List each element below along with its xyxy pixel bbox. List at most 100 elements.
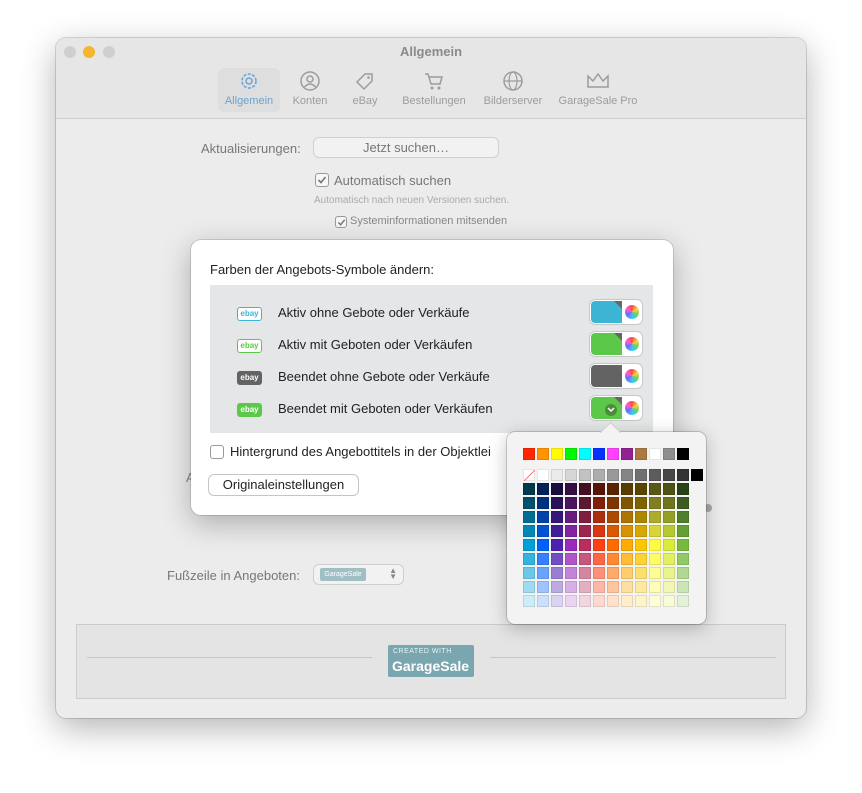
palette-shade[interactable] — [523, 483, 535, 495]
palette-gray[interactable] — [677, 469, 689, 481]
palette-gray[interactable] — [635, 469, 647, 481]
palette-shade[interactable] — [635, 525, 647, 537]
palette-shade[interactable] — [663, 539, 675, 551]
palette-shade[interactable] — [537, 525, 549, 537]
palette-shade[interactable] — [579, 595, 591, 607]
palette-shade[interactable] — [621, 553, 633, 565]
palette-shade[interactable] — [593, 567, 605, 579]
palette-shade[interactable] — [593, 497, 605, 509]
palette-shade[interactable] — [523, 595, 535, 607]
palette-shade[interactable] — [607, 525, 619, 537]
palette-shade[interactable] — [607, 539, 619, 551]
palette-shade[interactable] — [551, 497, 563, 509]
palette-shade[interactable] — [635, 539, 647, 551]
palette-color[interactable] — [593, 448, 605, 460]
color-well[interactable] — [590, 364, 642, 388]
palette-shade[interactable] — [565, 539, 577, 551]
palette-shade[interactable] — [523, 581, 535, 593]
palette-shade[interactable] — [635, 567, 647, 579]
palette-color[interactable] — [537, 448, 549, 460]
palette-shade[interactable] — [607, 511, 619, 523]
palette-color[interactable] — [677, 448, 689, 460]
palette-shade[interactable] — [565, 483, 577, 495]
palette-shade[interactable] — [565, 497, 577, 509]
palette-gray[interactable] — [565, 469, 577, 481]
palette-shade[interactable] — [593, 483, 605, 495]
palette-shade[interactable] — [593, 525, 605, 537]
palette-color[interactable] — [579, 448, 591, 460]
palette-shade[interactable] — [579, 497, 591, 509]
palette-shade[interactable] — [565, 553, 577, 565]
palette-gray[interactable] — [691, 469, 703, 481]
palette-shade[interactable] — [579, 553, 591, 565]
palette-shade[interactable] — [537, 567, 549, 579]
palette-shade[interactable] — [621, 539, 633, 551]
palette-color[interactable] — [663, 448, 675, 460]
palette-shade[interactable] — [649, 595, 661, 607]
palette-shade[interactable] — [649, 581, 661, 593]
palette-shade[interactable] — [593, 581, 605, 593]
palette-shade[interactable] — [649, 483, 661, 495]
palette-shade[interactable] — [551, 525, 563, 537]
palette-shade[interactable] — [663, 567, 675, 579]
palette-shade[interactable] — [607, 483, 619, 495]
palette-shade[interactable] — [565, 595, 577, 607]
color-well[interactable] — [590, 396, 642, 420]
palette-shade[interactable] — [621, 567, 633, 579]
palette-shade[interactable] — [607, 567, 619, 579]
palette-shade[interactable] — [635, 511, 647, 523]
color-wheel-icon[interactable] — [625, 401, 639, 415]
reset-defaults-button[interactable]: Originaleinstellungen — [209, 475, 358, 495]
palette-shade[interactable] — [663, 595, 675, 607]
palette-gray[interactable] — [579, 469, 591, 481]
palette-shade[interactable] — [523, 567, 535, 579]
palette-shade[interactable] — [537, 595, 549, 607]
palette-shade[interactable] — [677, 511, 689, 523]
palette-shade[interactable] — [551, 483, 563, 495]
palette-shade[interactable] — [565, 525, 577, 537]
palette-shade[interactable] — [663, 511, 675, 523]
palette-shade[interactable] — [677, 525, 689, 537]
palette-shade[interactable] — [677, 553, 689, 565]
title-background-checkbox[interactable] — [210, 445, 224, 459]
palette-color[interactable] — [565, 448, 577, 460]
palette-shade[interactable] — [649, 567, 661, 579]
color-wheel-icon[interactable] — [625, 337, 639, 351]
palette-shade[interactable] — [579, 525, 591, 537]
palette-shade[interactable] — [551, 581, 563, 593]
palette-shade[interactable] — [523, 511, 535, 523]
auto-check-checkbox[interactable] — [315, 173, 329, 187]
palette-gray[interactable] — [551, 469, 563, 481]
palette-shade[interactable] — [621, 595, 633, 607]
tab-ebay[interactable]: eBay — [346, 68, 384, 112]
color-well[interactable] — [590, 332, 642, 356]
tab-allgemein[interactable]: Allgemein — [218, 68, 280, 112]
palette-shade[interactable] — [663, 483, 675, 495]
palette-shade[interactable] — [523, 539, 535, 551]
palette-shade[interactable] — [537, 511, 549, 523]
palette-gray[interactable] — [607, 469, 619, 481]
palette-shade[interactable] — [537, 497, 549, 509]
palette-shade[interactable] — [621, 581, 633, 593]
palette-shade[interactable] — [635, 497, 647, 509]
palette-shade[interactable] — [551, 567, 563, 579]
palette-shade[interactable] — [635, 595, 647, 607]
chevron-down-icon[interactable] — [605, 404, 617, 416]
palette-shade[interactable] — [579, 483, 591, 495]
palette-shade[interactable] — [537, 539, 549, 551]
palette-shade[interactable] — [607, 553, 619, 565]
palette-shade[interactable] — [677, 483, 689, 495]
palette-shade[interactable] — [593, 511, 605, 523]
palette-shade[interactable] — [663, 525, 675, 537]
palette-shade[interactable] — [593, 539, 605, 551]
palette-shade[interactable] — [663, 553, 675, 565]
no-color-swatch[interactable] — [523, 469, 535, 481]
palette-shade[interactable] — [621, 497, 633, 509]
palette-gray[interactable] — [663, 469, 675, 481]
palette-shade[interactable] — [565, 567, 577, 579]
palette-shade[interactable] — [649, 497, 661, 509]
palette-gray[interactable] — [537, 469, 549, 481]
palette-color[interactable] — [523, 448, 535, 460]
palette-shade[interactable] — [677, 497, 689, 509]
palette-shade[interactable] — [523, 553, 535, 565]
